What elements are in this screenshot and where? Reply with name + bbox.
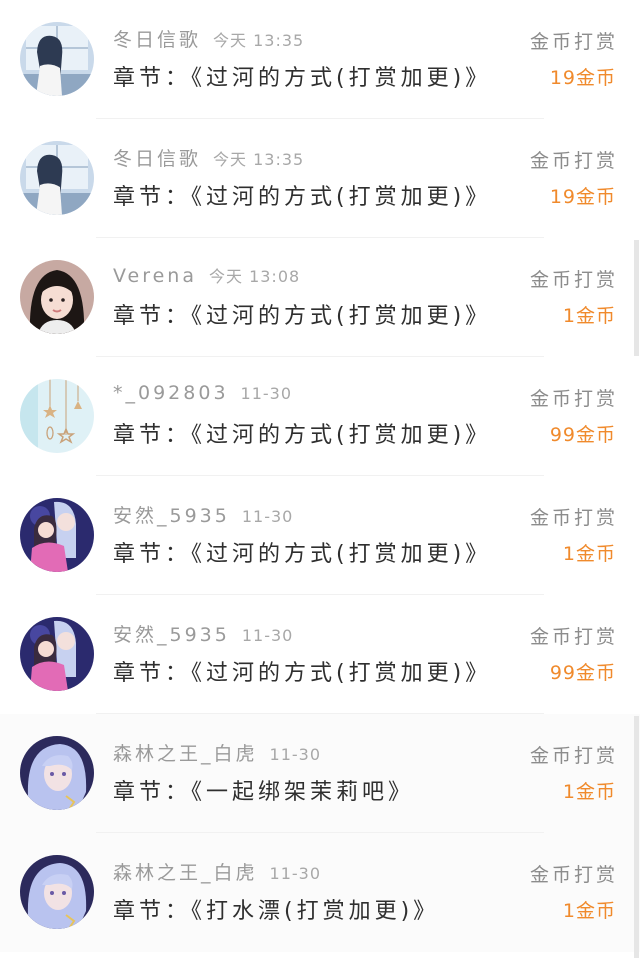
reward-time: 今天 13:35 [213, 31, 305, 50]
username[interactable]: 冬日信歌 [113, 148, 201, 170]
username[interactable]: 森林之王_白虎 [113, 862, 258, 884]
reward-time: 11-30 [241, 507, 294, 526]
list-item[interactable]: 森林之王_白虎 11-30 章节：《一起绑架茉莉吧》 金币打赏 1金币 [0, 714, 640, 833]
username[interactable]: 安然_5935 [113, 505, 230, 527]
list-item[interactable]: 森林之王_白虎 11-30 章节：《打水漂(打赏加更)》 金币打赏 1金币 [0, 833, 640, 952]
hanging-stars-avatar[interactable] [20, 379, 94, 453]
chapter-title[interactable]: 章节：《过河的方式(打赏加更)》 [113, 179, 491, 211]
username[interactable]: 森林之王_白虎 [113, 743, 258, 765]
chapter-title[interactable]: 章节：《一起绑架茉莉吧》 [113, 774, 414, 806]
user-meta: 冬日信歌 今天 13:35 [113, 144, 304, 174]
user-meta: *_092803 11-30 [113, 382, 292, 412]
anime-girl-window-avatar[interactable] [20, 141, 94, 215]
anime-couple-avatar[interactable] [20, 498, 94, 572]
username[interactable]: 安然_5935 [113, 624, 230, 646]
reward-amount: 1金币 [562, 305, 616, 327]
reward-amount: 19金币 [549, 67, 616, 89]
reward-time: 11-30 [240, 384, 293, 403]
user-meta: 森林之王_白虎 11-30 [113, 858, 321, 888]
scrollbar-thumb[interactable] [634, 716, 639, 958]
reward-amount: 1金币 [562, 781, 616, 803]
reward-type-label: 金币打赏 [529, 31, 618, 53]
reward-type-label: 金币打赏 [529, 150, 618, 172]
chapter-title[interactable]: 章节：《过河的方式(打赏加更)》 [113, 417, 491, 449]
girl-photo-avatar[interactable] [20, 260, 94, 334]
reward-time: 今天 13:35 [213, 150, 305, 169]
user-meta: 森林之王_白虎 11-30 [113, 739, 321, 769]
chapter-title[interactable]: 章节：《过河的方式(打赏加更)》 [113, 298, 491, 330]
list-item[interactable]: 安然_5935 11-30 章节：《过河的方式(打赏加更)》 金币打赏 1金币 [0, 476, 640, 595]
chapter-title[interactable]: 章节：《过河的方式(打赏加更)》 [113, 536, 491, 568]
username[interactable]: 冬日信歌 [113, 29, 201, 51]
list-item[interactable]: Verena 今天 13:08 章节：《过河的方式(打赏加更)》 金币打赏 1金币 [0, 238, 640, 357]
scrollbar-thumb[interactable] [634, 240, 639, 356]
reward-amount: 1金币 [562, 900, 616, 922]
reward-type-label: 金币打赏 [529, 864, 618, 886]
chapter-title[interactable]: 章节：《过河的方式(打赏加更)》 [113, 60, 491, 92]
anime-silver-hair-avatar[interactable] [20, 855, 94, 929]
chapter-title[interactable]: 章节：《打水漂(打赏加更)》 [113, 893, 439, 925]
reward-type-label: 金币打赏 [529, 626, 618, 648]
list-item[interactable]: *_092803 11-30 章节：《过河的方式(打赏加更)》 金币打赏 99金币 [0, 357, 640, 476]
reward-type-label: 金币打赏 [529, 269, 618, 291]
username[interactable]: *_092803 [113, 382, 229, 404]
user-meta: 冬日信歌 今天 13:35 [113, 25, 304, 55]
reward-time: 11-30 [241, 626, 294, 645]
reward-amount: 19金币 [549, 186, 616, 208]
reward-amount: 1金币 [562, 543, 616, 565]
anime-silver-hair-avatar[interactable] [20, 736, 94, 810]
reward-type-label: 金币打赏 [529, 388, 618, 410]
chapter-title[interactable]: 章节：《过河的方式(打赏加更)》 [113, 655, 491, 687]
user-meta: 安然_5935 11-30 [113, 620, 293, 650]
user-meta: 安然_5935 11-30 [113, 501, 293, 531]
reward-type-label: 金币打赏 [529, 745, 618, 767]
reward-list: 冬日信歌 今天 13:35 章节：《过河的方式(打赏加更)》 金币打赏 19金币 … [0, 0, 640, 958]
list-item[interactable]: 安然_5935 11-30 章节：《过河的方式(打赏加更)》 金币打赏 99金币 [0, 595, 640, 714]
list-item[interactable]: 冬日信歌 今天 13:35 章节：《过河的方式(打赏加更)》 金币打赏 19金币 [0, 119, 640, 238]
user-meta: Verena 今天 13:08 [113, 263, 300, 293]
anime-girl-window-avatar[interactable] [20, 22, 94, 96]
reward-time: 今天 13:08 [208, 267, 301, 286]
reward-amount: 99金币 [549, 662, 616, 684]
anime-couple-avatar[interactable] [20, 617, 94, 691]
username[interactable]: Verena [113, 265, 197, 287]
list-item[interactable]: 冬日信歌 今天 13:35 章节：《过河的方式(打赏加更)》 金币打赏 19金币 [0, 0, 640, 119]
reward-amount: 99金币 [549, 424, 616, 446]
reward-time: 11-30 [269, 745, 322, 764]
reward-type-label: 金币打赏 [529, 507, 618, 529]
reward-time: 11-30 [269, 864, 322, 883]
